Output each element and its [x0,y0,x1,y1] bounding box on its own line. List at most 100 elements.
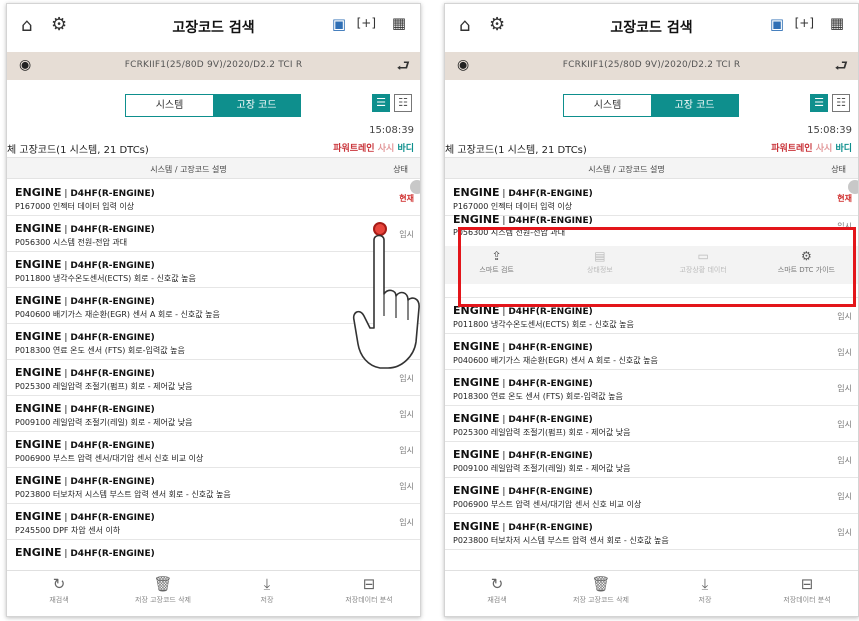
table-row[interactable]: ENGINE | D4HF(R-ENGINE) P006900 부스트 압력 센… [7,432,420,468]
row-system: ENGINE [15,510,62,523]
table-row[interactable]: ENGINE | D4HF(R-ENGINE) P023800 터보차저 시스템… [7,468,420,504]
column-desc: 시스템 / 고장코드 설명 [150,165,227,174]
back-icon[interactable]: ⮐ [396,56,410,81]
table-row[interactable]: ENGINE | D4HF(R-ENGINE) P009100 레일압력 조절기… [445,442,858,478]
tab-system[interactable]: 시스템 [126,95,213,116]
row-system: ENGINE [453,448,500,461]
row-system: ENGINE [15,222,62,235]
grid-menu-icon[interactable]: ▦ [392,14,406,32]
row-subsystem: D4HF(R-ENGINE) [508,307,593,317]
row-system: ENGINE [15,402,62,415]
save-icon: ⤓ [701,575,709,593]
row-state: 임시 [837,348,852,357]
top-bar: ⌂ ⚙ 고장코드 검색 ▣ [+] ▦ [7,4,420,48]
row-subsystem: D4HF(R-ENGINE) [508,216,593,226]
capture-icon[interactable]: [+] [357,16,376,30]
filter-powertrain[interactable]: 파워트레인 [771,144,812,154]
vehicle-info: FCRKIIF1(25/80D 9V)/2020/D2.2 TCI R [124,60,303,70]
vci-status-icon[interactable]: ▣ [332,15,346,33]
row-code: P245500 DPF 차압 센서 이하 [15,526,121,535]
row-system: ENGINE [15,258,62,271]
data-analysis-button[interactable]: ⊟ 저장데이터 분석 [755,575,858,605]
row-system: ENGINE [15,366,62,379]
table-row[interactable]: ENGINE | D4HF(R-ENGINE) P006900 부스트 압력 센… [445,478,858,514]
grid-view-icon[interactable]: ☷ [832,94,850,112]
list-view-icon[interactable]: ☰ [810,94,828,112]
row-code: P056300 시스템 전원-전압 과대 [15,238,128,247]
scroll-handle[interactable] [848,180,858,194]
row-subsystem: D4HF(R-ENGINE) [508,523,593,533]
save-label: 저장 [698,596,712,604]
table-row[interactable]: ENGINE | D4HF(R-ENGINE) P245500 DPF 차압 센… [7,504,420,540]
table-row[interactable]: ENGINE | D4HF(R-ENGINE) [7,540,420,570]
row-subsystem: D4HF(R-ENGINE) [508,343,593,353]
vehicle-info-bar: ◉ FCRKIIF1(25/80D 9V)/2020/D2.2 TCI R ⮐ [445,52,858,80]
tab-system[interactable]: 시스템 [564,95,651,116]
row-state: 임시 [837,492,852,501]
delete-dtc-button[interactable]: 🗑 저장 고장코드 삭제 [549,575,653,605]
table-row[interactable]: ENGINE | D4HF(R-ENGINE) P167000 인젝터 데이터 … [7,180,420,216]
back-icon[interactable]: ⮐ [834,56,848,81]
row-state: 임시 [399,518,414,527]
row-subsystem: D4HF(R-ENGINE) [508,487,593,497]
row-code: P167000 인젝터 데이터 입력 이상 [453,202,573,211]
table-row[interactable]: ENGINE | D4HF(R-ENGINE) P023800 터보차저 시스템… [445,514,858,550]
grid-menu-icon[interactable]: ▦ [830,14,844,32]
refresh-icon: ↻ [490,575,504,593]
vci-status-icon[interactable]: ▣ [770,15,784,33]
row-state: 임시 [837,384,852,393]
bottom-toolbar: ↻ 재검색 🗑 저장 고장코드 삭제 ⤓ 저장 ⊟ 저장데이터 분석 [445,570,858,616]
row-system: ENGINE [453,213,500,226]
right-screen: ⌂ ⚙ 고장코드 검색 ▣ [+] ▦ ◉ FCRKIIF1(25/80D 9V… [444,3,859,617]
capture-icon[interactable]: [+] [795,16,814,30]
tab-dtc[interactable]: 고장 코드 [213,95,300,116]
row-code: P025300 레일압력 조절기(펌프) 회로 - 제어값 낮음 [15,382,193,391]
row-code: P025300 레일압력 조절기(펌프) 회로 - 제어값 낮음 [453,428,631,437]
filter-temp[interactable]: 사시 [816,144,833,154]
table-row[interactable]: ENGINE | D4HF(R-ENGINE) P167000 인젝터 데이터 … [445,180,858,216]
data-analysis-label: 저장데이터 분석 [783,596,831,604]
filter-body[interactable]: 바디 [835,144,852,154]
table-row[interactable]: ENGINE | D4HF(R-ENGINE) P018300 연료 온도 센서… [445,370,858,406]
row-system: ENGINE [15,294,62,307]
row-code: P006900 부스트 압력 센서/대기압 센서 신호 비교 이상 [453,500,642,509]
row-subsystem: D4HF(R-ENGINE) [70,189,155,199]
refresh-button[interactable]: ↻ 재검색 [445,575,549,605]
refresh-button[interactable]: ↻ 재검색 [7,575,111,605]
scroll-handle[interactable] [410,180,420,194]
table-row[interactable]: ENGINE | D4HF(R-ENGINE) P040600 배기가스 재순환… [445,334,858,370]
row-subsystem: D4HF(R-ENGINE) [508,415,593,425]
delete-icon: 🗑 [153,575,173,593]
table-row[interactable]: ENGINE | D4HF(R-ENGINE) P025300 레일압력 조절기… [445,406,858,442]
save-button[interactable]: ⤓ 저장 [653,575,757,605]
delete-dtc-button[interactable]: 🗑 저장 고장코드 삭제 [111,575,215,605]
refresh-icon: ↻ [52,575,66,593]
column-state: 상태 [393,165,408,174]
tab-group: 시스템 고장 코드 [125,94,301,117]
save-button[interactable]: ⤓ 저장 [215,575,319,605]
tab-group: 시스템 고장 코드 [563,94,739,117]
row-code: P018300 연료 온도 센서 (FTS) 회로-입력값 높음 [15,346,185,355]
table-row[interactable]: ENGINE | D4HF(R-ENGINE) P009100 레일압력 조절기… [7,396,420,432]
filter-body[interactable]: 바디 [397,144,414,154]
row-state: 임시 [399,482,414,491]
row-code: P040600 배기가스 재순환(EGR) 센서 A 회로 - 신호값 높음 [453,356,658,365]
filter-temp[interactable]: 사시 [378,144,395,154]
row-system: ENGINE [15,186,62,199]
tab-dtc[interactable]: 고장 코드 [651,95,738,116]
list-view-icon[interactable]: ☰ [372,94,390,112]
data-analysis-button[interactable]: ⊟ 저장데이터 분석 [317,575,420,605]
column-header: 시스템 / 고장코드 설명 상태 [445,157,858,179]
row-subsystem: D4HF(R-ENGINE) [70,405,155,415]
pointing-hand-icon [352,234,420,369]
row-code: P018300 연료 온도 센서 (FTS) 회로-입력값 높음 [453,392,623,401]
row-code: P006900 부스트 압력 센서/대기압 센서 신호 비교 이상 [15,454,204,463]
category-filter: 파워트레인 사시 바디 [333,141,414,154]
grid-view-icon[interactable]: ☷ [394,94,412,112]
row-subsystem: D4HF(R-ENGINE) [70,513,155,523]
row-system: ENGINE [15,474,62,487]
filter-powertrain[interactable]: 파워트레인 [333,144,374,154]
delete-icon: 🗑 [591,575,611,593]
row-state: 임시 [837,312,852,321]
row-subsystem: D4HF(R-ENGINE) [70,549,155,559]
